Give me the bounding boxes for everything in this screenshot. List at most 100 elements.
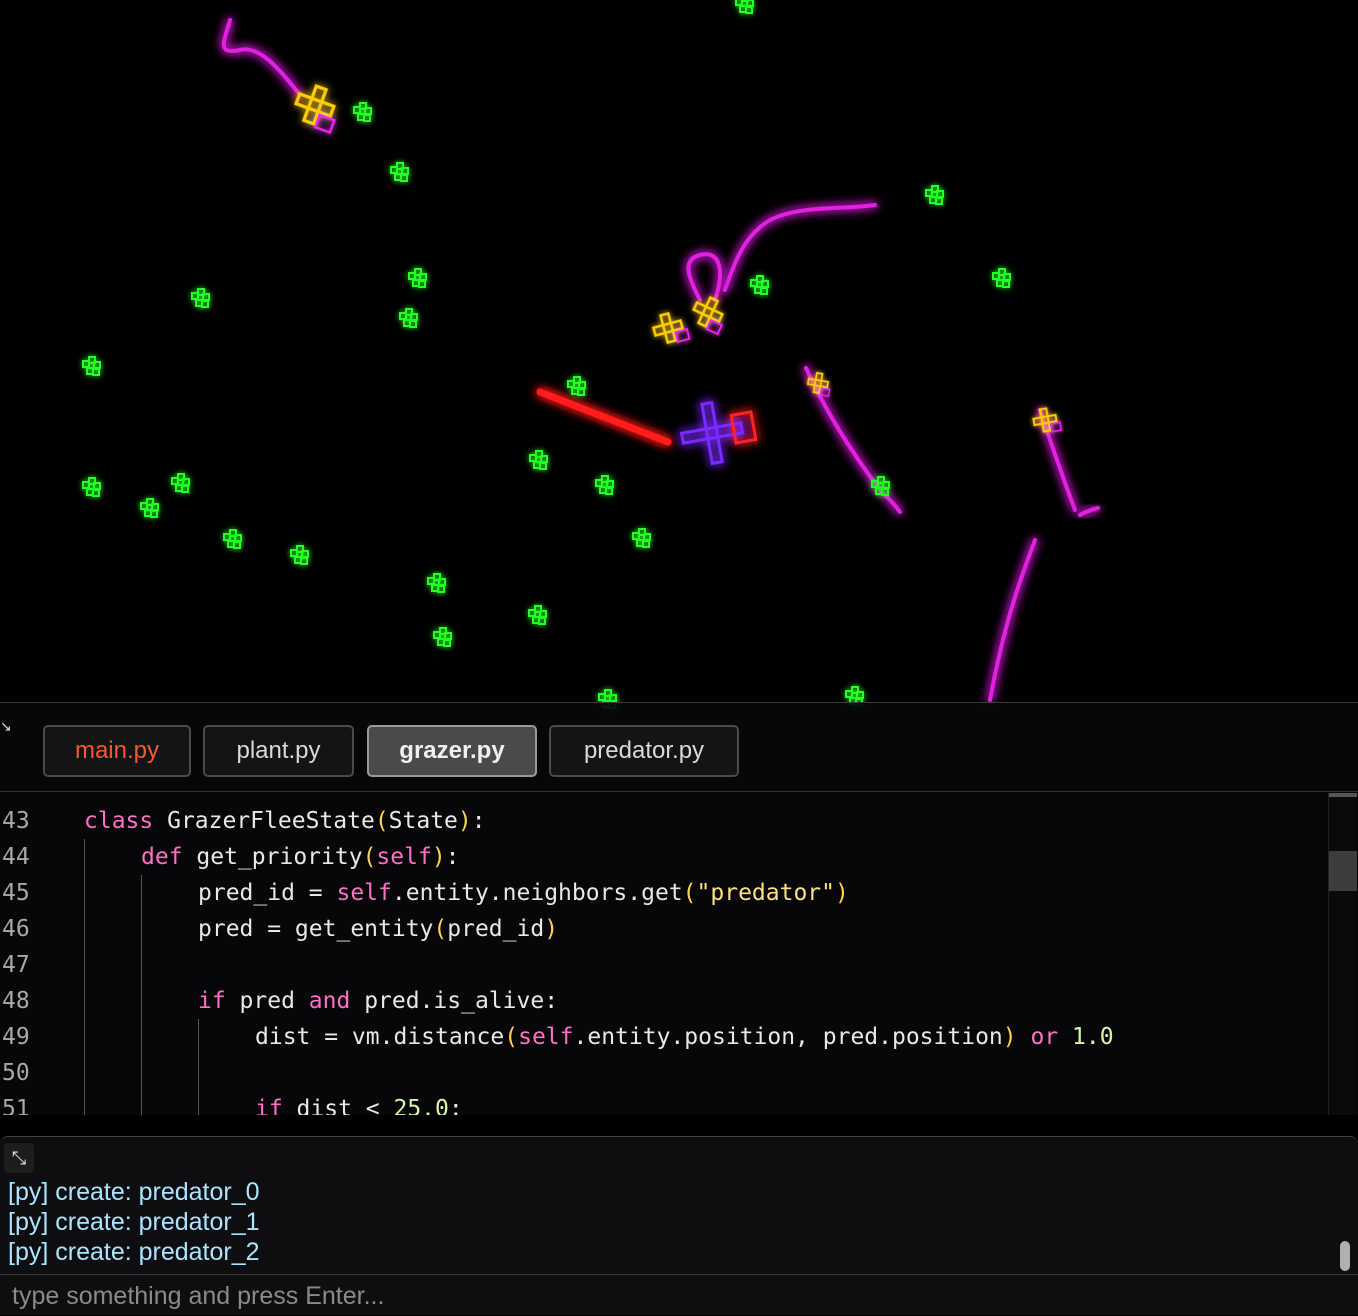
plant [191,288,210,308]
line-number: 45 [2,880,30,906]
grazer-tail [1049,421,1063,433]
plant-cell [93,482,101,490]
code-text: if dist < 25.0: [255,1096,463,1115]
editor-tab-bar: ↘ main.py plant.py grazer.py predator.py [0,703,1358,792]
code-editor-panel: ↘ main.py plant.py grazer.py predator.py… [0,702,1358,1115]
plant [408,268,427,288]
plant-cell [936,190,944,198]
console-panel: ⤡ [py] create: predator_0 [py] create: p… [0,1136,1358,1315]
plant-cell [746,0,754,7]
code-text: class GrazerFleeState(State): [84,808,486,834]
plant-cell [182,478,190,486]
console-scrollbar-thumb[interactable] [1340,1241,1350,1271]
indent-guide [198,1019,199,1115]
code-line: 48 if pred and pred.is_alive: [0,983,1326,1019]
plant-cell [438,578,446,586]
plant-cell [234,534,242,542]
plant-cell [577,388,585,396]
plant-cell [202,293,210,301]
line-number: 51 [2,1096,30,1115]
editor-scrollbar-thumb[interactable] [1329,851,1357,891]
code-line: 44 def get_priority(self): [0,839,1326,875]
plant [171,473,190,493]
plant-cell [539,610,547,618]
plant [529,450,548,470]
plant-cell [609,694,617,702]
plant-cell [443,639,451,647]
expand-icon[interactable]: ⤡ [4,1143,34,1173]
plant-cell [301,550,309,558]
predator-body [700,400,724,466]
plant-cell [444,632,452,640]
plant-cell [935,197,943,205]
grazer [1032,407,1063,433]
plant [567,376,586,396]
plant-cell [92,489,100,497]
tab-main-py[interactable]: main.py [43,725,191,777]
simulation-canvas [0,0,1358,1314]
plant-cell [745,6,753,14]
line-number: 49 [2,1024,30,1050]
plant-cell [418,280,426,288]
scrollbar-cap [1329,793,1357,797]
grazer-body [301,84,329,126]
plant-cell [760,287,768,295]
plant [140,498,159,518]
log-line: [py] create: predator_0 [8,1178,260,1206]
plant-cell [1002,280,1010,288]
grazer [691,295,725,336]
attack-trail [536,388,672,446]
plant [399,308,418,328]
plant [427,573,446,593]
plant-cell [578,381,586,389]
plant-cell [540,455,548,463]
simulation-scene [82,0,1100,709]
plant [390,162,409,182]
grazer-tail [819,387,831,398]
plant [925,185,944,205]
trail [686,252,722,302]
trail [723,203,877,292]
plant [433,627,452,647]
plant [290,545,309,565]
trail [221,18,302,97]
grazer-body [651,318,685,338]
code-text: def get_priority(self): [141,844,460,870]
plant-cell [181,485,189,493]
console-input[interactable] [10,1277,1334,1315]
plant [223,529,242,549]
editor-scrollbar[interactable] [1328,793,1357,1115]
plant-cell [201,300,209,308]
line-number: 50 [2,1060,30,1086]
plant-cell [642,540,650,548]
predator [679,400,758,466]
plant-cell [1003,273,1011,281]
line-number: 48 [2,988,30,1014]
plant-cell [92,368,100,376]
tab-grazer-py[interactable]: grazer.py [367,725,537,777]
plant [528,605,547,625]
plant [353,102,372,122]
tab-predator-py[interactable]: predator.py [549,725,739,777]
code-line: 45 pred_id = self.entity.neighbors.get("p… [0,875,1326,911]
plant-cell [300,557,308,565]
log-line: [py] create: predator_1 [8,1208,260,1236]
grazer-body [294,91,336,119]
plant-cell [643,533,651,541]
tab-plant-py[interactable]: plant.py [203,725,354,777]
plant [632,528,651,548]
plant-cell [151,503,159,511]
indent-guide [84,839,85,1115]
trail [988,538,1037,702]
code-area[interactable]: 43 class GrazerFleeState(State): 44 def get… [0,793,1326,1115]
plant-cell [363,114,371,122]
indent-guide [141,875,142,1115]
plant-cell [539,462,547,470]
collapse-icon[interactable]: ↘ [0,717,12,735]
code-text: pred = get_entity(pred_id) [198,916,559,942]
plant [82,356,101,376]
code-line: 47 [0,947,1326,983]
plant-cell [606,480,614,488]
plant-cell [538,617,546,625]
code-text: pred_id = self.entity.neighbors.get("pre… [198,880,849,906]
